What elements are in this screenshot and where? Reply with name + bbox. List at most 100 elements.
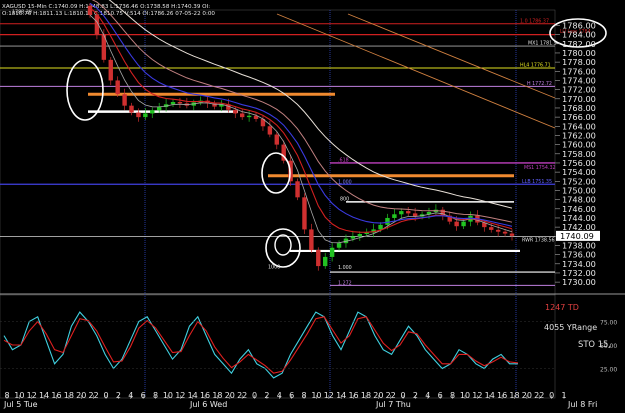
header-line-1: XAGUSD 15-Min C:1740.09 H:1748.83 L:1736… xyxy=(2,4,210,10)
level-label: 1000 xyxy=(268,264,280,270)
time-tick-label: 6 xyxy=(438,391,443,400)
time-tick-label: 18 xyxy=(361,391,371,400)
candle-body xyxy=(336,243,342,248)
candle-body xyxy=(246,115,252,118)
candle-body xyxy=(309,229,314,251)
candle-body xyxy=(378,224,383,230)
price-tick-label: 1730.00 xyxy=(562,277,596,287)
time-tick-label: 20 xyxy=(373,391,383,400)
level-label: 1788.29 xyxy=(12,9,32,15)
time-tick-label: 8 xyxy=(302,391,307,400)
time-tick-label: 0 xyxy=(252,391,257,400)
time-tick-label: 2 xyxy=(413,391,418,400)
level-label: 1.000 xyxy=(338,179,352,185)
time-tick-label: 14 xyxy=(39,391,49,400)
candle-body xyxy=(399,211,404,215)
day-label: Jul 7 Thu xyxy=(375,400,411,409)
candle-body xyxy=(329,247,335,257)
time-tick-label: 2 xyxy=(116,391,121,400)
time-tick-label: 18 xyxy=(64,391,74,400)
time-tick-label: 16 xyxy=(200,391,210,400)
candle-body xyxy=(295,181,300,198)
time-tick-label: 22 xyxy=(534,391,544,400)
stoch-tick-label: 25.00 xyxy=(600,367,617,374)
candle-body xyxy=(122,94,127,106)
stoch-annotation: 1247 TD xyxy=(545,303,579,312)
level-label: MS1 1754.32 xyxy=(524,165,556,171)
candle-body xyxy=(108,59,113,81)
candle-body xyxy=(406,211,411,214)
time-tick-label: 1 xyxy=(561,391,566,400)
time-tick-label: 14 xyxy=(188,391,198,400)
time-tick-label: 22 xyxy=(237,391,247,400)
day-label: Jul 8 Fri xyxy=(567,400,597,409)
candle-body xyxy=(129,105,134,113)
time-tick-label: 14 xyxy=(336,391,346,400)
time-tick-label: 4 xyxy=(128,391,133,400)
candle-body xyxy=(87,5,93,15)
day-label: Jul 6 Wed xyxy=(189,400,227,409)
time-tick-label: 0 xyxy=(103,391,108,400)
time-tick-label: 12 xyxy=(472,391,482,400)
time-tick-label: 18 xyxy=(212,391,222,400)
candle-body xyxy=(357,234,363,237)
candle-body xyxy=(274,134,279,145)
candle-body xyxy=(350,236,356,239)
candle-body xyxy=(136,112,141,118)
time-tick-label: 4 xyxy=(277,391,282,400)
time-tick-label: 8 xyxy=(4,391,9,400)
level-label: 1.272 xyxy=(338,280,352,286)
level-label: .618 xyxy=(338,157,349,163)
candle-body xyxy=(461,221,466,227)
candle-body xyxy=(392,214,397,218)
time-tick-label: 4 xyxy=(425,391,430,400)
candle-body xyxy=(495,229,501,232)
stoch-annotation: STO 15, xyxy=(578,339,611,349)
level-label: H 1772.72 xyxy=(527,81,552,87)
time-tick-label: 16 xyxy=(51,391,61,400)
stoch-tick-label: 75.00 xyxy=(600,320,617,327)
time-tick-label: 0 xyxy=(549,391,554,400)
level-label: HL4 1776.71 xyxy=(520,63,551,69)
time-tick-label: 20 xyxy=(522,391,532,400)
chart-canvas: XAGUSD 15-Min C:1740.09 H:1748.83 L:1736… xyxy=(0,0,625,409)
candle-body xyxy=(316,250,321,267)
time-tick-label: 22 xyxy=(386,391,396,400)
time-tick-label: 8 xyxy=(153,391,158,400)
level-label: 1.0 1786.37 xyxy=(520,18,549,24)
time-tick-label: 16 xyxy=(497,391,507,400)
candle-body xyxy=(115,80,120,95)
candle-body xyxy=(489,227,494,230)
candle-body xyxy=(454,221,459,227)
time-tick-label: 18 xyxy=(509,391,519,400)
level-label: RWR 1738.56 xyxy=(522,237,555,243)
candle-body xyxy=(150,110,155,114)
level-label: 1.000 xyxy=(338,265,352,271)
time-tick-label: 20 xyxy=(225,391,235,400)
chart-window: XAGUSD 15-Min C:1740.09 H:1748.83 L:1736… xyxy=(0,0,625,409)
time-tick-label: 12 xyxy=(324,391,334,400)
candle-body xyxy=(170,102,176,105)
candle-body xyxy=(509,233,515,236)
level-label: MX1 1781.5 xyxy=(528,41,557,47)
level-label: 800 xyxy=(340,196,349,202)
time-tick-label: 6 xyxy=(141,391,146,400)
time-tick-label: 2 xyxy=(264,391,269,400)
candle-body xyxy=(502,231,508,234)
time-tick-label: 8 xyxy=(450,391,455,400)
candle-body xyxy=(267,126,273,135)
candle-body xyxy=(143,113,148,118)
time-tick-label: 10 xyxy=(163,391,173,400)
time-tick-label: 16 xyxy=(348,391,358,400)
time-tick-label: 10 xyxy=(14,391,24,400)
time-tick-label: 6 xyxy=(289,391,294,400)
last-price-label: 1740.09 xyxy=(560,231,594,241)
candle-body xyxy=(323,256,328,267)
candle-body xyxy=(385,217,390,225)
time-tick-label: 12 xyxy=(175,391,185,400)
candle-body xyxy=(177,102,183,104)
level-label: LLB 1751.35 xyxy=(522,179,552,185)
header-line-2: O:1810.76 H:1811.13 L:1810.12 C:1810.75 … xyxy=(2,11,215,17)
time-tick-label: 10 xyxy=(460,391,470,400)
candle-body xyxy=(302,197,307,230)
